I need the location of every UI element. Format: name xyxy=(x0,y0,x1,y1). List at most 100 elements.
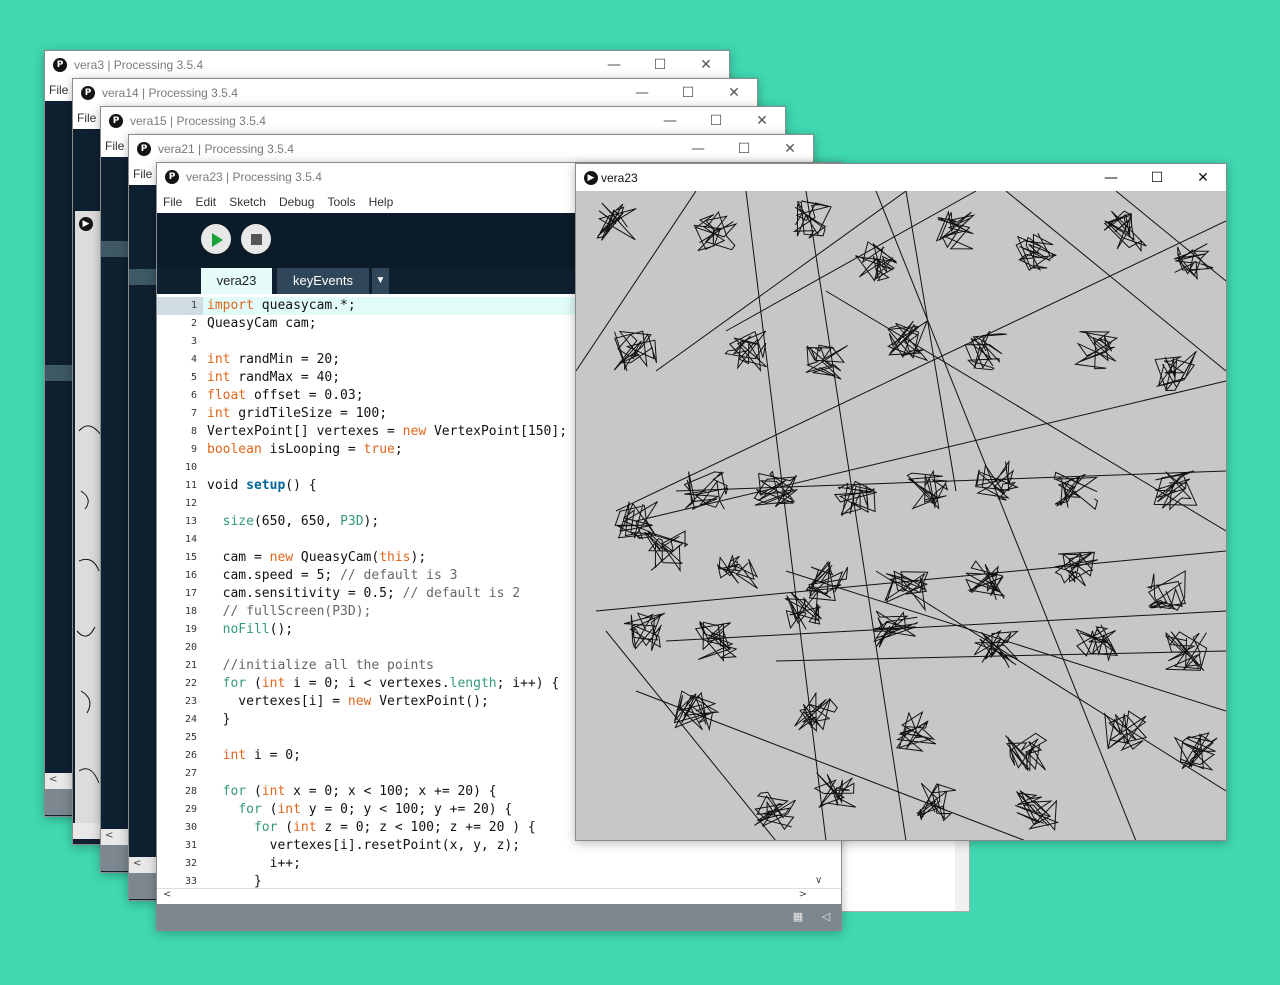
sketch-line xyxy=(1115,190,1226,282)
sketch-scribble xyxy=(1104,710,1148,752)
sketch-scribble xyxy=(974,459,1020,501)
code-text: //initialize all the points xyxy=(222,658,434,673)
menu-sketch[interactable]: Sketch xyxy=(225,192,270,212)
scroll-left-icon[interactable]: < xyxy=(163,889,171,900)
scroll-left-icon[interactable]: < xyxy=(49,774,57,785)
maximize-icon[interactable]: ☐ xyxy=(637,51,683,79)
menu-file[interactable]: File xyxy=(73,108,100,128)
code-text: cam.sensitivity = 0.5; // default is 2 xyxy=(207,586,521,601)
menu-help[interactable]: Help xyxy=(365,192,398,212)
tab-keyevents[interactable]: keyEvents xyxy=(277,268,369,294)
code-text: for (int x = 0; x < 100; x += 20) { xyxy=(222,784,497,799)
sketch-scribble xyxy=(724,330,767,372)
sketch-scribble xyxy=(1015,232,1057,271)
minimize-icon[interactable]: — xyxy=(1088,164,1134,192)
line-number: 30 xyxy=(184,822,197,833)
line-number: 13 xyxy=(184,516,197,527)
sketch-run-icon: ▶ xyxy=(584,171,598,185)
menu-file[interactable]: File xyxy=(129,164,156,184)
line-number: 24 xyxy=(184,714,197,725)
menu-tools[interactable]: Tools xyxy=(323,192,359,212)
sketch-line xyxy=(805,190,907,840)
console-icon[interactable]: ▦ xyxy=(791,910,805,924)
close-icon[interactable]: ✕ xyxy=(1180,164,1226,192)
line-number: 28 xyxy=(184,786,197,797)
play-icon xyxy=(212,232,223,247)
horizontal-scrollbar[interactable]: < > xyxy=(157,888,841,905)
line-number: 3 xyxy=(190,336,197,347)
line-number: 29 xyxy=(184,804,197,815)
tab-vera23[interactable]: vera23 xyxy=(201,268,272,294)
collapse-console-icon[interactable]: ◁ xyxy=(819,910,833,924)
sketch-line xyxy=(655,190,907,372)
minimize-icon[interactable]: — xyxy=(619,79,665,107)
title-bar[interactable]: P vera15 | Processing 3.5.4 — ☐ ✕ xyxy=(101,107,785,135)
code-line: 33 } xyxy=(157,873,841,888)
line-number: 14 xyxy=(184,534,197,545)
minimize-icon[interactable]: — xyxy=(591,51,637,79)
minimize-icon[interactable]: — xyxy=(675,135,721,163)
maximize-icon[interactable]: ☐ xyxy=(1134,164,1180,192)
sketch-scribble xyxy=(935,210,976,250)
console-scrollbar[interactable] xyxy=(955,839,969,911)
sketch-scribble xyxy=(872,610,919,648)
title-bar[interactable]: P vera21 | Processing 3.5.4 — ☐ ✕ xyxy=(129,135,813,163)
sketch-scribble xyxy=(1103,210,1147,253)
code-text: int randMax = 40; xyxy=(207,370,341,385)
menu-file[interactable]: File xyxy=(45,80,72,100)
sketch-scribble xyxy=(1173,732,1218,771)
code-text: QueasyCam cam; xyxy=(207,316,317,331)
sketch-scribble xyxy=(1074,331,1119,370)
sketch-scribble xyxy=(1054,551,1099,587)
code-text: for (int y = 0; y < 100; y += 20) { xyxy=(238,802,513,817)
stop-button[interactable] xyxy=(241,224,271,254)
sketch-line xyxy=(875,570,1226,792)
title-bar[interactable]: P vera14 | Processing 3.5.4 — ☐ ✕ xyxy=(73,79,757,107)
line-number: 23 xyxy=(184,696,197,707)
sketch-scribble xyxy=(887,319,929,362)
close-icon[interactable]: ✕ xyxy=(711,79,757,107)
menu-file[interactable]: File xyxy=(101,136,128,156)
status-bar: ▦ ◁ xyxy=(157,904,841,930)
scroll-down-icon[interactable]: ∨ xyxy=(815,875,822,886)
run-button[interactable] xyxy=(201,224,231,254)
line-highlight xyxy=(129,269,159,285)
line-number: 4 xyxy=(190,354,197,365)
line-number: 17 xyxy=(184,588,197,599)
sketch-scribble xyxy=(1153,470,1198,511)
title-bar[interactable]: P vera3 | Processing 3.5.4 — ☐ ✕ xyxy=(45,51,729,79)
close-icon[interactable]: ✕ xyxy=(739,107,785,135)
line-highlight xyxy=(101,241,131,257)
scroll-left-icon[interactable]: < xyxy=(133,858,141,869)
close-icon[interactable]: ✕ xyxy=(683,51,729,79)
menu-debug[interactable]: Debug xyxy=(275,192,318,212)
line-number: 8 xyxy=(190,426,197,437)
maximize-icon[interactable]: ☐ xyxy=(721,135,767,163)
sketch-canvas[interactable] xyxy=(576,190,1226,840)
close-icon[interactable]: ✕ xyxy=(767,135,813,163)
line-number: 33 xyxy=(184,876,197,887)
tab-menu-button[interactable]: ▼ xyxy=(372,268,389,294)
minimize-icon[interactable]: — xyxy=(647,107,693,135)
line-number: 19 xyxy=(184,624,197,635)
maximize-icon[interactable]: ☐ xyxy=(693,107,739,135)
generative-drawing xyxy=(576,190,1226,840)
code-text: import queasycam.*; xyxy=(207,298,356,313)
menu-file[interactable]: File xyxy=(159,192,186,212)
line-number: 20 xyxy=(184,642,197,653)
line-number: 27 xyxy=(184,768,197,779)
line-number: 10 xyxy=(184,462,197,473)
title-bar[interactable]: ▶ vera23 — ☐ ✕ xyxy=(576,164,1226,191)
scroll-right-icon[interactable]: > xyxy=(799,889,807,900)
code-text: VertexPoint[] vertexes = new VertexPoint… xyxy=(207,424,568,439)
sketch-scribble xyxy=(596,202,637,241)
sketch-window[interactable]: ▶ vera23 — ☐ ✕ xyxy=(575,163,1227,841)
menu-edit[interactable]: Edit xyxy=(191,192,220,212)
code-text: noFill(); xyxy=(222,622,294,637)
scroll-left-icon[interactable]: < xyxy=(105,830,113,841)
processing-logo-icon: P xyxy=(137,142,151,156)
sketch-scribble xyxy=(694,621,738,662)
maximize-icon[interactable]: ☐ xyxy=(665,79,711,107)
sketch-scribble xyxy=(1014,789,1060,832)
sketch-scribble xyxy=(613,330,657,372)
